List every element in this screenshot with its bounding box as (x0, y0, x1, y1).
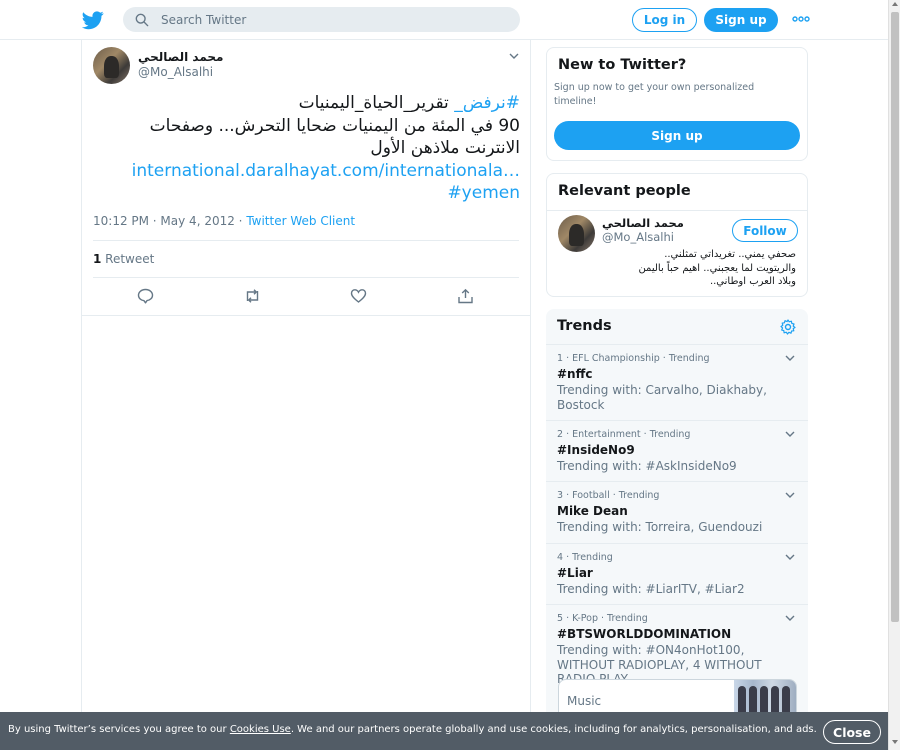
retweet-count[interactable]: 1 Retweet (93, 252, 154, 266)
follow-button[interactable]: Follow (732, 219, 798, 242)
share-icon[interactable] (457, 288, 474, 304)
cookie-text: By using Twitter’s services you agree to… (8, 724, 817, 735)
scrollbar-thumb[interactable] (891, 12, 899, 622)
trend-name[interactable]: Mike Dean (557, 504, 628, 518)
search-box[interactable] (123, 7, 520, 32)
author-name[interactable]: محمد الصالحي (138, 50, 223, 64)
trend-item[interactable]: 1 · EFL Championship · Trending #nffc Tr… (546, 344, 808, 420)
bio-line: صحفي يمني.. تغريداتي تمثلني.. (664, 249, 796, 260)
trends-panel: Trends 1 · EFL Championship · Trending #… (546, 309, 808, 749)
gear-icon[interactable] (780, 319, 796, 335)
timestamp-text[interactable]: 10:12 PM · May 4, 2012 · (93, 214, 246, 228)
trend-with: Trending with: Carvalho, Diakhaby, Bosto… (557, 383, 767, 412)
trend-name[interactable]: #InsideNo9 (557, 443, 635, 457)
retweet-icon[interactable] (244, 288, 261, 304)
tweet-card: محمد الصالحي @Mo_Alsalhi #نرفض_ تقرير_ال… (82, 40, 530, 316)
scroll-up-arrow-icon[interactable] (892, 2, 898, 6)
tweet-line-3: الانترنت ملاذهن الأول (370, 138, 520, 158)
chevron-down-icon[interactable] (785, 492, 795, 499)
twitter-bird-icon[interactable] (82, 9, 104, 31)
divider (93, 240, 519, 241)
relevant-people-panel: Relevant people محمد الصالحي @Mo_Alsalhi… (546, 173, 808, 297)
retweet-label: Retweet (101, 252, 155, 266)
search-input[interactable] (161, 12, 501, 27)
tweet-column: محمد الصالحي @Mo_Alsalhi #نرفض_ تقرير_ال… (81, 40, 531, 750)
article-link[interactable]: international.daralhayat.com/internation… (92, 160, 520, 183)
divider (547, 210, 807, 211)
signup-button[interactable]: Sign up (704, 8, 778, 32)
new-to-twitter-description: Sign up now to get your own personalized… (554, 82, 755, 107)
trend-with: Trending with: Torreira, Guendouzi (557, 520, 763, 534)
trend-context: 4 · Trending (557, 552, 613, 563)
search-icon (135, 13, 149, 26)
trend-item[interactable]: 3 · Football · Trending Mike Dean Trendi… (546, 481, 808, 543)
client-link[interactable]: Twitter Web Client (246, 214, 355, 228)
trend-name[interactable]: #nffc (557, 367, 592, 381)
person-handle[interactable]: @Mo_Alsalhi (602, 230, 674, 244)
trend-item[interactable]: 4 · Trending #Liar Trending with: #LiarI… (546, 543, 808, 604)
chevron-down-icon[interactable] (785, 355, 795, 362)
sidebar-signup-button[interactable]: Sign up (554, 121, 800, 150)
tweet-text: #نرفض_ تقرير_الحياة_اليمنيات 90 في المئة… (92, 92, 520, 205)
avatar[interactable] (558, 215, 595, 252)
divider (93, 277, 519, 278)
tweet-timestamp: 10:12 PM · May 4, 2012 · Twitter Web Cli… (93, 214, 355, 228)
trend-item[interactable]: 2 · Entertainment · Trending #InsideNo9 … (546, 420, 808, 481)
tweet-line-2: 90 في المئة من اليمنيات ضحايا التحرش... … (149, 115, 520, 136)
trend-with: Trending with: #LiarITV, #Liar2 (557, 582, 745, 596)
bio-line: والريتويت لما يعجبني.. اهيم حباً باليمن (638, 262, 796, 274)
login-button[interactable]: Log in (632, 8, 697, 32)
trend-context: 3 · Football · Trending (557, 490, 660, 501)
chevron-down-icon[interactable] (785, 431, 795, 438)
close-button[interactable]: Close (823, 720, 881, 744)
bio-line: وبلاد العرب اوطاني.. (709, 276, 796, 287)
scroll-down-arrow-icon[interactable] (892, 740, 898, 744)
hashtag-link[interactable]: #نرفض_ (454, 93, 520, 113)
like-icon[interactable] (350, 288, 367, 304)
media-card-label: Music (567, 694, 602, 708)
chevron-down-icon[interactable] (785, 554, 795, 561)
trend-name[interactable]: #Liar (557, 566, 593, 580)
top-bar: Log in Sign up (0, 0, 888, 40)
trends-title: Trends (557, 318, 612, 334)
trend-with: Trending with: #AskInsideNo9 (557, 459, 737, 473)
relevant-people-title: Relevant people (558, 183, 691, 199)
new-to-twitter-panel: New to Twitter? Sign up now to get your … (546, 47, 808, 161)
reply-icon[interactable] (137, 288, 154, 304)
scrollbar[interactable] (888, 0, 900, 750)
person-name[interactable]: محمد الصالحي (602, 216, 684, 230)
cookie-banner: By using Twitter’s services you agree to… (0, 712, 888, 750)
trend-context: 1 · EFL Championship · Trending (557, 353, 710, 364)
chevron-down-icon[interactable] (785, 615, 795, 622)
chevron-down-icon[interactable] (509, 53, 519, 60)
hashtag-yemen-link[interactable]: #yemen (92, 182, 520, 205)
avatar[interactable] (93, 47, 130, 84)
author-handle[interactable]: @Mo_Alsalhi (138, 65, 213, 79)
tweet-line-1: تقرير_الحياة_اليمنيات (298, 93, 455, 113)
new-to-twitter-title: New to Twitter? (558, 57, 687, 73)
more-icon[interactable] (792, 12, 810, 26)
person-bio: صحفي يمني.. تغريداتي تمثلني.. والريتويت … (596, 248, 796, 289)
cookie-text-before: By using Twitter’s services you agree to… (8, 724, 230, 735)
cookies-use-link[interactable]: Cookies Use (230, 724, 291, 735)
cookie-text-after: . We and our partners operate globally a… (290, 724, 817, 735)
trend-context: 5 · K-Pop · Trending (557, 613, 648, 624)
trend-name[interactable]: #BTSWORLDDOMINATION (557, 627, 731, 641)
trend-context: 2 · Entertainment · Trending (557, 429, 691, 440)
